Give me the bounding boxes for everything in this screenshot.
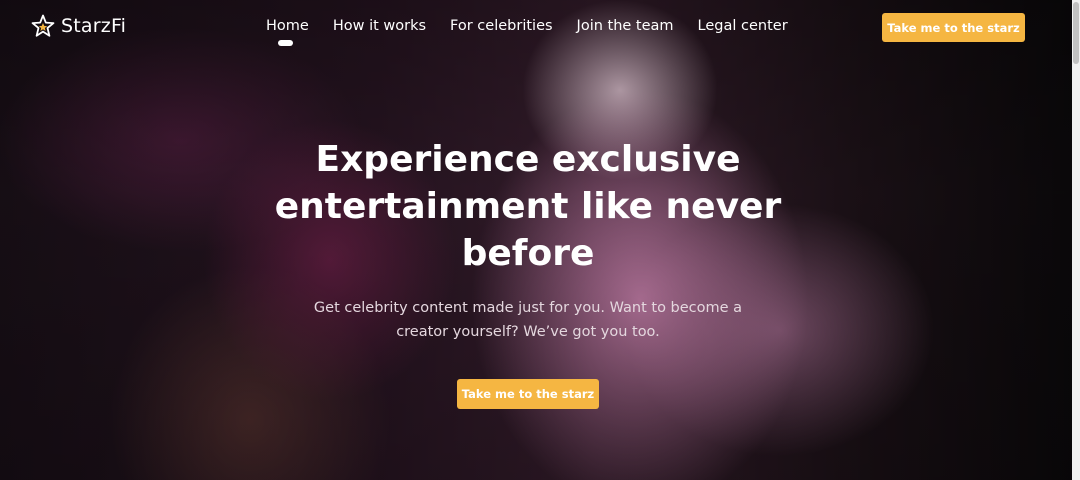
scrollbar-thumb[interactable] bbox=[1073, 2, 1079, 64]
nav-item-home[interactable]: Home bbox=[266, 18, 309, 46]
hero-subtitle: Get celebrity content made just for you.… bbox=[313, 300, 743, 340]
nav-item-for-celebrities[interactable]: For celebrities bbox=[450, 18, 553, 34]
nav-item-join-the-team[interactable]: Join the team bbox=[577, 18, 674, 34]
main-nav: Home How it works For celebrities Join t… bbox=[266, 18, 812, 46]
landing-page: StarzFi Home How it works For celebritie… bbox=[0, 0, 1080, 480]
hero-title: Experience exclusive entertainment like … bbox=[274, 139, 782, 274]
hero-cta-button[interactable]: Take me to the starz bbox=[457, 379, 599, 409]
star-icon bbox=[31, 14, 55, 37]
brand-logo[interactable]: StarzFi bbox=[31, 14, 126, 38]
brand-name: StarzFi bbox=[61, 15, 127, 37]
header-cta-button[interactable]: Take me to the starz bbox=[882, 13, 1025, 42]
page-scrollbar[interactable] bbox=[1072, 0, 1080, 480]
nav-item-legal-center[interactable]: Legal center bbox=[698, 18, 788, 34]
nav-item-how-it-works[interactable]: How it works bbox=[333, 18, 426, 34]
